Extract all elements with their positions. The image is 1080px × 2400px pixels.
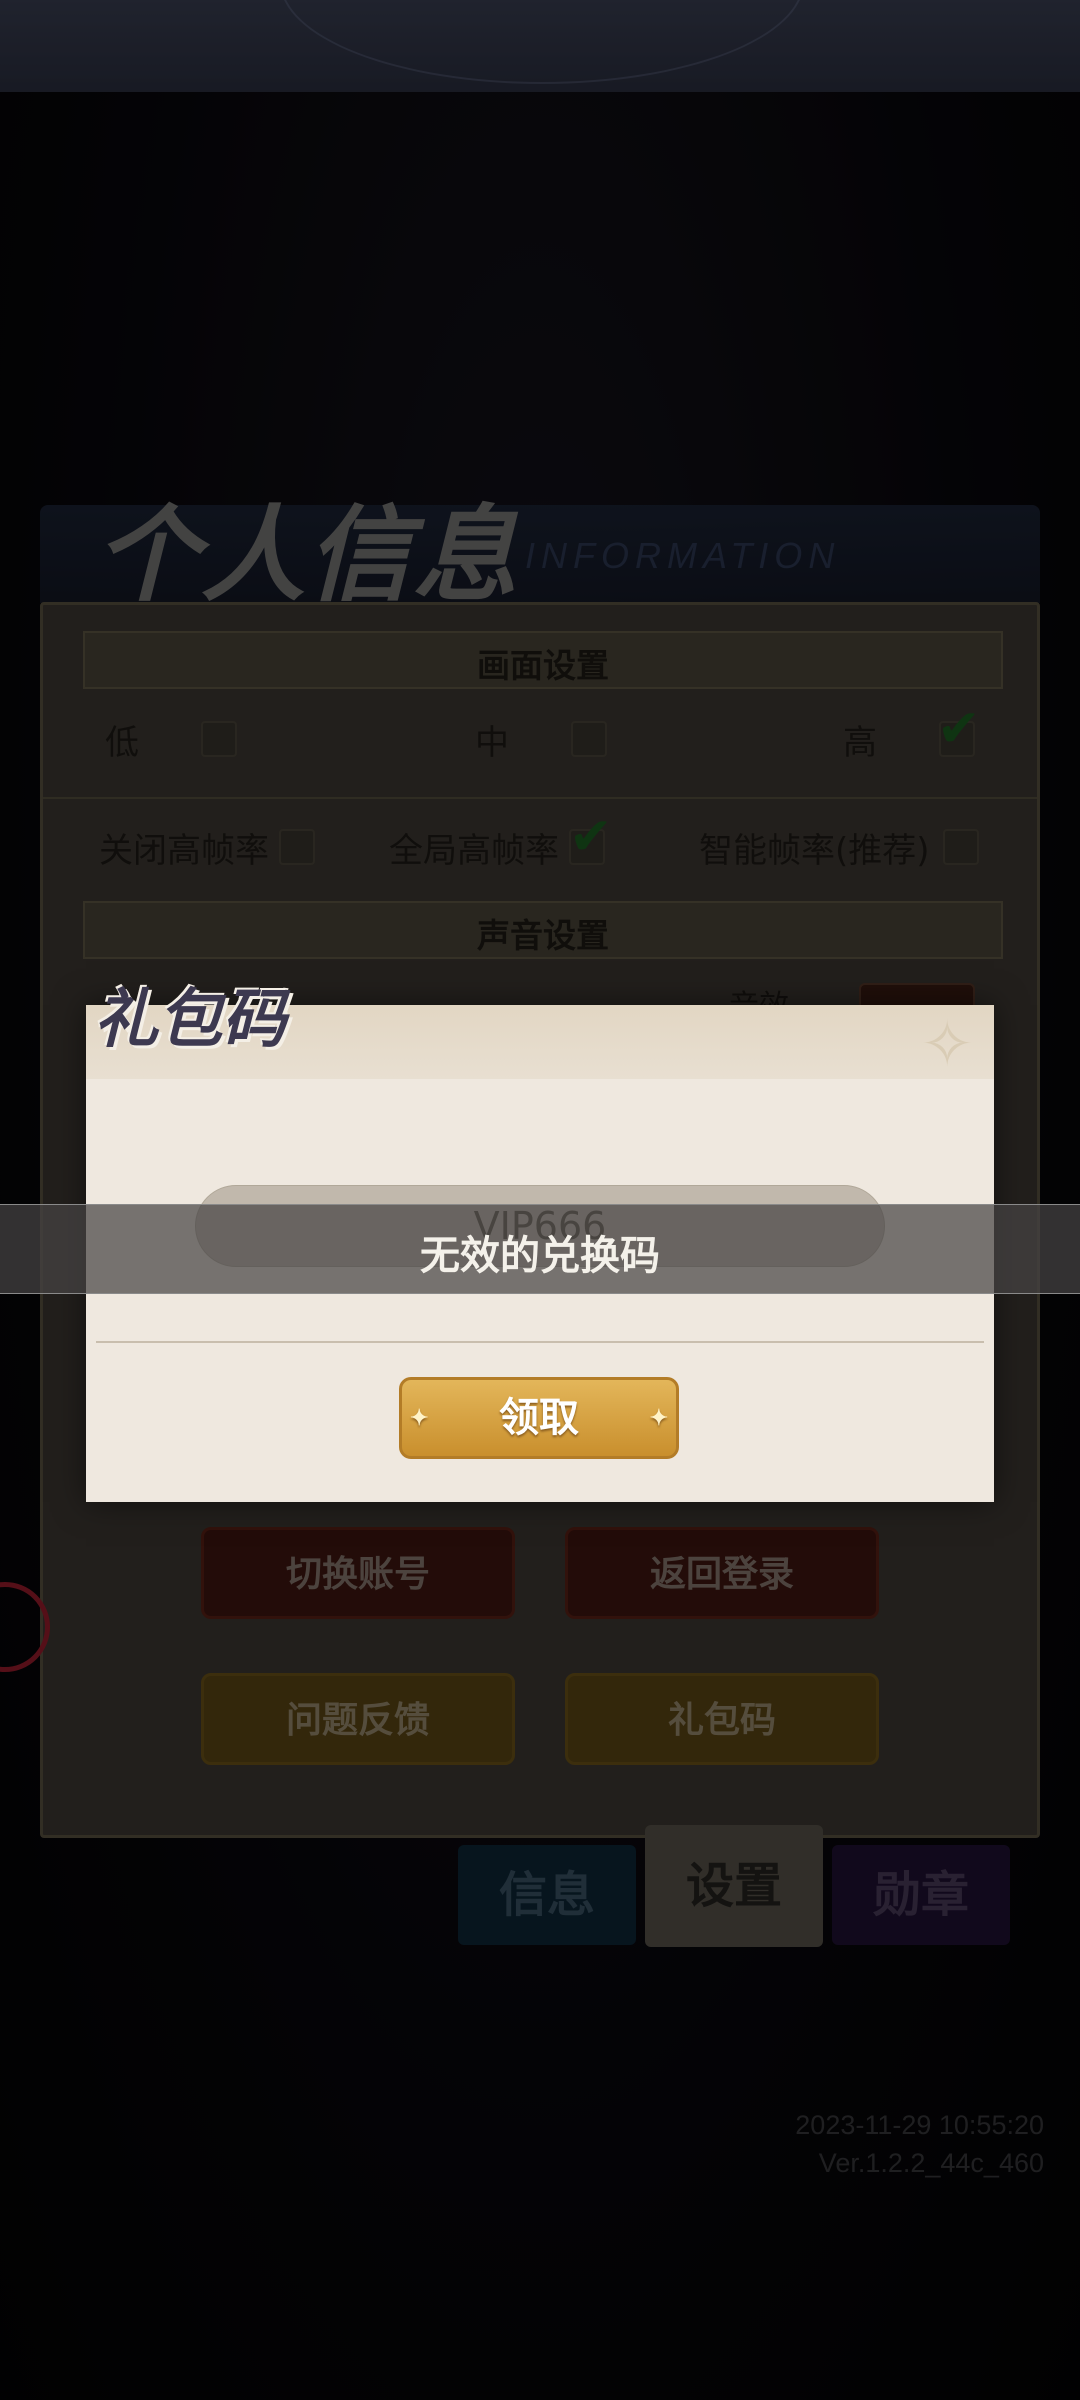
sparkle-icon: ✦ bbox=[410, 1405, 429, 1431]
claim-button[interactable]: ✦ 领取 ✦ bbox=[399, 1377, 679, 1459]
sparkle-icon: ✦ bbox=[649, 1405, 668, 1431]
ornament-icon: ✧ bbox=[920, 1008, 974, 1082]
error-toast: 无效的兑换码 bbox=[0, 1204, 1080, 1294]
claim-button-label: 领取 bbox=[499, 1394, 579, 1441]
dialog-divider bbox=[96, 1341, 984, 1343]
toast-message: 无效的兑换码 bbox=[420, 1232, 660, 1279]
dialog-title: 礼包码 bbox=[94, 982, 286, 1057]
